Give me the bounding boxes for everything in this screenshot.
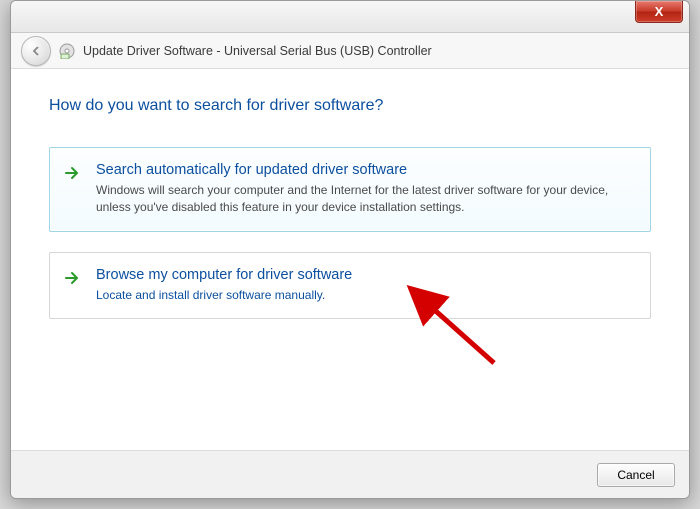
driver-disc-icon: [59, 43, 75, 59]
content-area: How do you want to search for driver sof…: [11, 69, 689, 450]
header-row: Update Driver Software - Universal Seria…: [11, 33, 689, 69]
option-title: Search automatically for updated driver …: [96, 162, 634, 178]
option-search-automatically[interactable]: Search automatically for updated driver …: [49, 147, 651, 232]
back-arrow-icon: [29, 44, 43, 58]
titlebar: X: [11, 1, 689, 33]
option-browse-computer[interactable]: Browse my computer for driver software L…: [49, 252, 651, 319]
arrow-right-icon: [64, 269, 82, 287]
arrow-right-icon: [64, 164, 82, 182]
option-description: Locate and install driver software manua…: [96, 287, 634, 304]
option-title: Browse my computer for driver software: [96, 267, 634, 283]
dialog-window: X Update Driver Software - Universal Ser…: [10, 0, 690, 499]
back-button[interactable]: [21, 36, 51, 66]
page-heading: How do you want to search for driver sof…: [49, 97, 651, 115]
window-title: Update Driver Software - Universal Seria…: [83, 44, 432, 58]
footer: Cancel: [11, 450, 689, 498]
cancel-button[interactable]: Cancel: [597, 463, 675, 487]
close-icon: X: [655, 4, 664, 19]
close-button[interactable]: X: [635, 1, 683, 23]
option-description: Windows will search your computer and th…: [96, 182, 634, 217]
